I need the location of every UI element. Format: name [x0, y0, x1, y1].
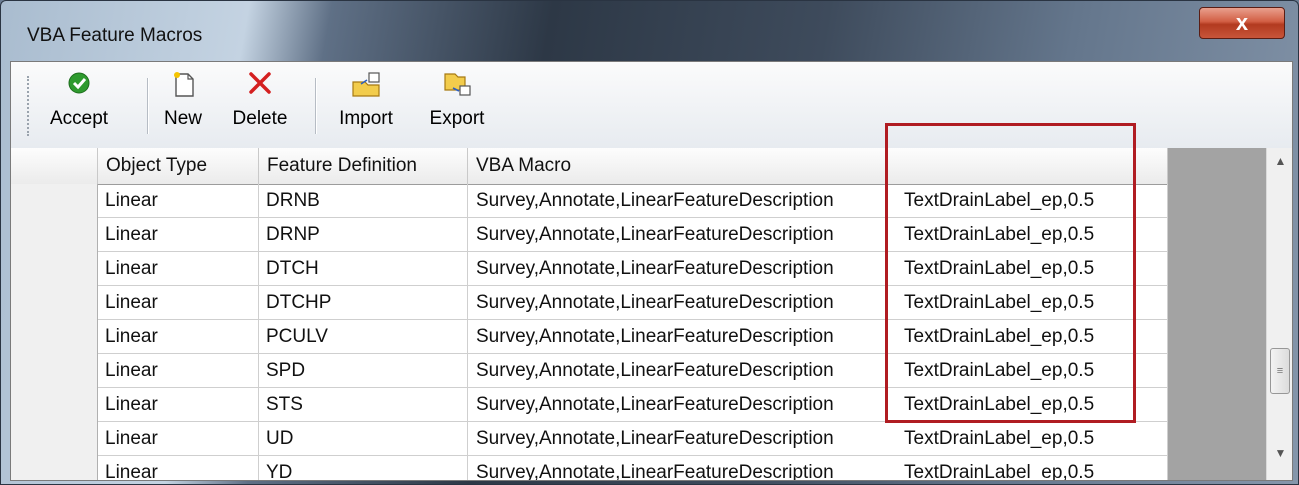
new-label: New	[163, 108, 202, 129]
cell-object-type[interactable]: Linear	[98, 388, 259, 422]
column-header-object-type[interactable]: Object Type	[98, 148, 259, 184]
cell-macro-arguments[interactable]: TextDrainLabel_ep,0.5	[902, 456, 1168, 480]
cell-object-type[interactable]: Linear	[98, 320, 259, 354]
cell-vba-macro[interactable]: Survey,Annotate,LinearFeatureDescription	[468, 422, 902, 456]
vertical-scrollbar[interactable]: ▲ ≡ ▼	[1266, 148, 1292, 480]
scroll-down-arrow-icon[interactable]: ▼	[1267, 440, 1292, 466]
cell-object-type[interactable]: Linear	[98, 184, 259, 218]
cell-vba-macro[interactable]: Survey,Annotate,LinearFeatureDescription	[468, 286, 902, 320]
cell-feature-definition[interactable]: UD	[259, 422, 468, 456]
scroll-up-arrow-icon[interactable]: ▲	[1267, 148, 1292, 174]
accept-button[interactable]: Accept	[37, 70, 121, 140]
cell-feature-definition[interactable]: DTCH	[259, 252, 468, 286]
cell-macro-arguments[interactable]: TextDrainLabel_ep,0.5	[902, 388, 1168, 422]
cell-vba-macro[interactable]: Survey,Annotate,LinearFeatureDescription	[468, 354, 902, 388]
vba-feature-macros-window: VBA Feature Macros x Accept New Delete I…	[0, 0, 1299, 485]
new-document-icon	[174, 72, 194, 97]
cell-vba-macro[interactable]: Survey,Annotate,LinearFeatureDescription	[468, 320, 902, 354]
table-row[interactable]: Linear DTCH Survey,Annotate,LinearFeatureD…	[11, 252, 1171, 286]
cell-object-type[interactable]: Linear	[98, 456, 259, 480]
toolbar-separator	[147, 78, 149, 134]
export-label: Export	[429, 108, 485, 129]
import-label: Import	[339, 108, 393, 129]
cell-macro-arguments[interactable]: TextDrainLabel_ep,0.5	[902, 354, 1168, 388]
row-header[interactable]	[11, 252, 98, 286]
cell-vba-macro[interactable]: Survey,Annotate,LinearFeatureDescription	[468, 456, 902, 480]
table-row[interactable]: Linear PCULV Survey,Annotate,LinearFeature…	[11, 320, 1171, 354]
toolbar: Accept New Delete Import Export	[11, 62, 1292, 149]
row-header[interactable]	[11, 218, 98, 252]
import-folder-icon	[352, 72, 380, 97]
row-header[interactable]	[11, 286, 98, 320]
delete-button[interactable]: Delete	[217, 70, 303, 140]
new-button[interactable]: New	[153, 70, 213, 140]
toolbar-separator	[315, 78, 317, 134]
red-x-icon	[249, 72, 271, 94]
column-header-feature-definition[interactable]: Feature Definition	[259, 148, 468, 184]
cell-feature-definition[interactable]: PCULV	[259, 320, 468, 354]
row-header[interactable]	[11, 456, 98, 480]
client-area: Accept New Delete Import Export Object T…	[10, 61, 1293, 481]
table-row[interactable]: Linear DRNP Survey,Annotate,LinearFeatureD…	[11, 218, 1171, 252]
grid-header: Object Type Feature Definition VBA Macro	[11, 148, 1171, 185]
delete-label: Delete	[232, 108, 288, 129]
cell-object-type[interactable]: Linear	[98, 422, 259, 456]
cell-object-type[interactable]: Linear	[98, 354, 259, 388]
cell-macro-arguments[interactable]: TextDrainLabel_ep,0.5	[902, 218, 1168, 252]
row-header[interactable]	[11, 354, 98, 388]
close-icon: x	[1235, 10, 1249, 35]
row-header[interactable]	[11, 184, 98, 218]
cell-feature-definition[interactable]: SPD	[259, 354, 468, 388]
cell-feature-definition[interactable]: YD	[259, 456, 468, 480]
row-header[interactable]	[11, 422, 98, 456]
scroll-thumb[interactable]: ≡	[1270, 348, 1290, 394]
column-header-vba-macro[interactable]: VBA Macro	[468, 148, 1168, 184]
cell-feature-definition[interactable]: DRNP	[259, 218, 468, 252]
macros-grid: Object Type Feature Definition VBA Macro…	[11, 148, 1292, 480]
table-row[interactable]: Linear STS Survey,Annotate,LinearFeatureDe…	[11, 388, 1171, 422]
table-row[interactable]: Linear DTCHP Survey,Annotate,LinearFeature…	[11, 286, 1171, 320]
toolbar-grip[interactable]	[27, 76, 31, 136]
export-button[interactable]: Export	[415, 70, 499, 140]
close-button[interactable]: x	[1199, 7, 1285, 39]
export-folder-icon	[444, 73, 471, 96]
cell-vba-macro[interactable]: Survey,Annotate,LinearFeatureDescription	[468, 388, 902, 422]
table-row[interactable]: Linear YD Survey,Annotate,LinearFeatureDes…	[11, 456, 1171, 480]
cell-vba-macro[interactable]: Survey,Annotate,LinearFeatureDescription	[468, 184, 902, 218]
cell-macro-arguments[interactable]: TextDrainLabel_ep,0.5	[902, 286, 1168, 320]
cell-feature-definition[interactable]: DTCHP	[259, 286, 468, 320]
cell-macro-arguments[interactable]: TextDrainLabel_ep,0.5	[902, 320, 1168, 354]
table-row[interactable]: Linear DRNB Survey,Annotate,LinearFeatureD…	[11, 184, 1171, 218]
cell-macro-arguments[interactable]: TextDrainLabel_ep,0.5	[902, 184, 1168, 218]
row-header[interactable]	[11, 320, 98, 354]
cell-feature-definition[interactable]: STS	[259, 388, 468, 422]
grid-empty-area	[1168, 148, 1266, 480]
cell-object-type[interactable]: Linear	[98, 286, 259, 320]
cell-feature-definition[interactable]: DRNB	[259, 184, 468, 218]
cell-macro-arguments[interactable]: TextDrainLabel_ep,0.5	[902, 422, 1168, 456]
cell-vba-macro[interactable]: Survey,Annotate,LinearFeatureDescription	[468, 218, 902, 252]
cell-object-type[interactable]: Linear	[98, 218, 259, 252]
window-title: VBA Feature Macros	[27, 25, 203, 46]
table-row[interactable]: Linear SPD Survey,Annotate,LinearFeatureDe…	[11, 354, 1171, 388]
cell-vba-macro[interactable]: Survey,Annotate,LinearFeatureDescription	[468, 252, 902, 286]
import-button[interactable]: Import	[321, 70, 411, 140]
cell-object-type[interactable]: Linear	[98, 252, 259, 286]
cell-macro-arguments[interactable]: TextDrainLabel_ep,0.5	[902, 252, 1168, 286]
title-bar[interactable]: VBA Feature Macros x	[1, 1, 1298, 61]
row-header-corner[interactable]	[11, 148, 98, 184]
green-check-icon	[68, 72, 90, 94]
table-row[interactable]: Linear UD Survey,Annotate,LinearFeatureDes…	[11, 422, 1171, 456]
row-header[interactable]	[11, 388, 98, 422]
accept-label: Accept	[49, 108, 109, 129]
